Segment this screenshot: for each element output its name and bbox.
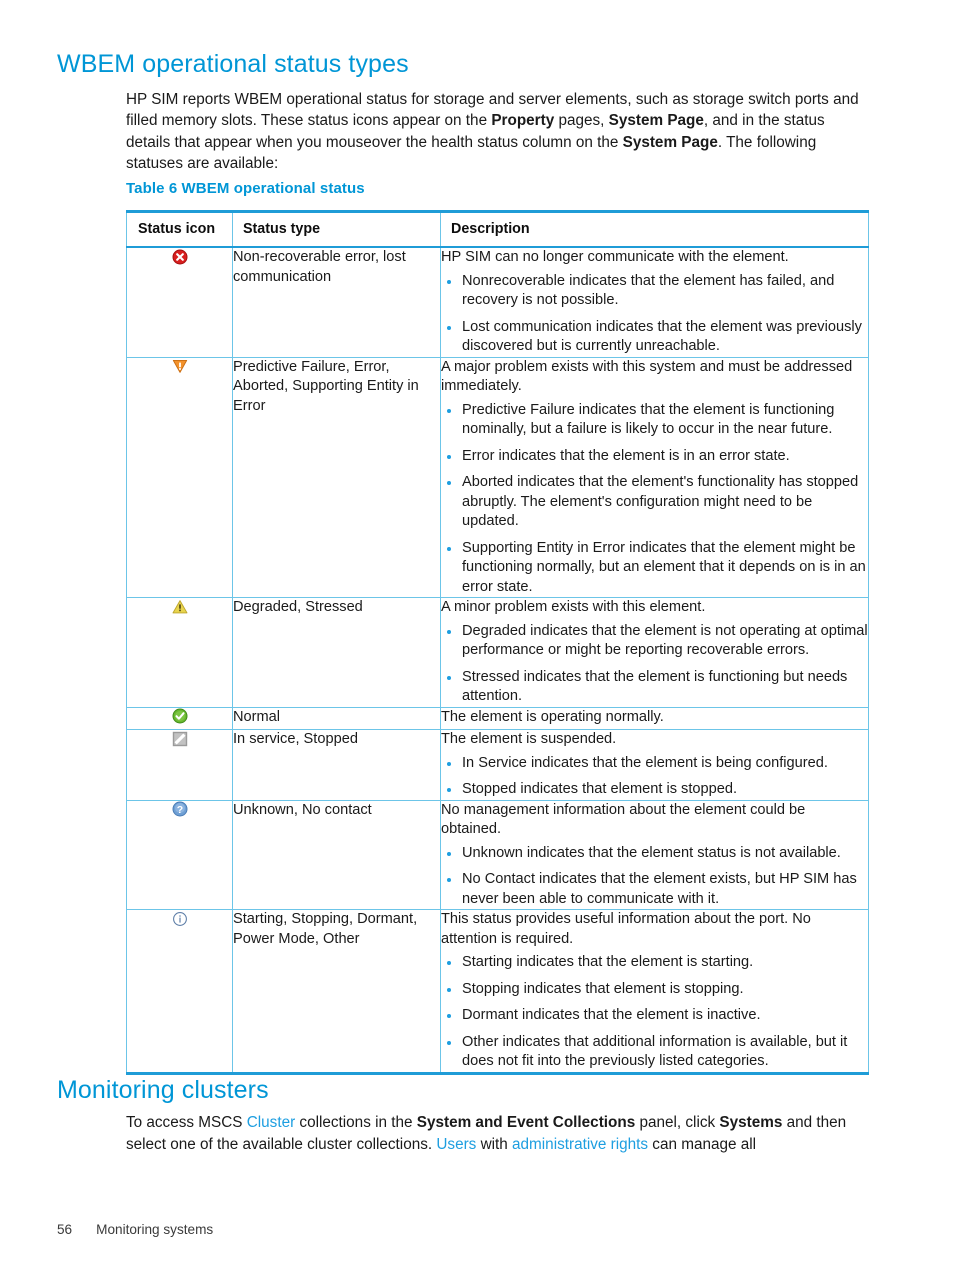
table-row: Non-recoverable error, lost communicatio…: [126, 247, 869, 358]
intro-segment-text-2: pages,: [554, 112, 609, 130]
status-icon-cell: [126, 729, 233, 801]
cluster-segment-text-4: panel, click: [635, 1114, 720, 1131]
monitoring-clusters-paragraph: To access MSCS Cluster collections in th…: [126, 1112, 872, 1155]
minor-warning-triangle-yellow-icon: [172, 599, 188, 615]
status-icon-cell: [126, 597, 233, 708]
description-bullet-item: Other indicates that additional informat…: [441, 1033, 868, 1072]
intro-segment-bold-5: System Page: [622, 133, 718, 151]
description-lead-text: HP SIM can no longer communicate with th…: [441, 249, 789, 265]
normal-check-circle-green-icon: [172, 708, 188, 724]
page-title: WBEM operational status types: [57, 50, 409, 78]
table-row: In service, Stopped The element is suspen…: [126, 729, 869, 801]
status-type-cell: Unknown, No contact: [232, 800, 441, 910]
cluster-segment-link-9[interactable]: administrative rights: [512, 1136, 648, 1153]
status-icon-cell: [126, 909, 233, 1074]
description-cell: The element is operating normally.: [440, 707, 869, 730]
description-bullet-item: Stopped indicates that element is stoppe…: [441, 780, 868, 800]
description-cell: No management information about the elem…: [440, 800, 869, 910]
status-type-cell: Starting, Stopping, Dormant, Power Mode,…: [232, 909, 441, 1074]
major-warning-triangle-orange-icon: [172, 358, 188, 374]
description-bullet-list: Predictive Failure indicates that the el…: [441, 401, 868, 598]
intro-segment-bold-1: Property: [491, 112, 555, 130]
status-type-cell: Normal: [232, 707, 441, 730]
description-cell: HP SIM can no longer communicate with th…: [440, 247, 869, 358]
cluster-segment-text-2: collections in the: [295, 1114, 417, 1131]
page-footer: 56 Monitoring systems: [57, 1222, 213, 1237]
svg-text:?: ?: [176, 804, 182, 816]
description-bullet-item: Stressed indicates that the element is f…: [441, 668, 868, 707]
description-bullet-item: Predictive Failure indicates that the el…: [441, 401, 868, 440]
description-bullet-item: In Service indicates that the element is…: [441, 754, 868, 774]
column-header-description: Description: [440, 211, 869, 248]
cluster-segment-text-10: can manage all: [648, 1135, 757, 1153]
cluster-segment-text-8: with: [476, 1135, 513, 1153]
description-bullet-item: No Contact indicates that the element ex…: [441, 870, 868, 909]
cluster-segment-link-1[interactable]: Cluster: [247, 1114, 295, 1131]
intro-paragraph: HP SIM reports WBEM operational status f…: [126, 89, 868, 174]
footer-page-number: 56: [57, 1222, 73, 1237]
table-row: Starting, Stopping, Dormant, Power Mode,…: [126, 909, 869, 1074]
monitoring-clusters-title: Monitoring clusters: [57, 1076, 269, 1104]
informational-circle-icon: [172, 911, 188, 927]
table-caption: Table 6 WBEM operational status: [126, 180, 365, 197]
cluster-segment-bold-5: Systems: [719, 1114, 783, 1131]
description-lead-text: The element is suspended.: [441, 731, 617, 747]
table-row: ? Unknown, No contact No management inform…: [126, 800, 869, 910]
description-bullet-item: Supporting Entity in Error indicates tha…: [441, 539, 868, 598]
table-row: Degraded, Stressed A minor problem exists…: [126, 597, 869, 708]
wbem-status-table: Status icon Status type Description Non-…: [126, 210, 869, 1075]
error-circle-red-icon: [172, 249, 188, 265]
description-cell: A minor problem exists with this element…: [440, 597, 869, 708]
description-bullet-item: Degraded indicates that the element is n…: [441, 622, 868, 661]
cluster-segment-bold-3: System and Event Collections: [416, 1114, 636, 1131]
column-header-status-icon: Status icon: [126, 211, 233, 248]
status-type-cell: Predictive Failure, Error, Aborted, Supp…: [232, 357, 441, 598]
table-header-row: Status icon Status type Description: [126, 211, 869, 248]
description-bullet-item: Aborted indicates that the element's fun…: [441, 473, 868, 532]
column-header-status-type: Status type: [232, 211, 441, 248]
description-bullet-item: Error indicates that the element is in a…: [441, 447, 868, 467]
status-type-cell: In service, Stopped: [232, 729, 441, 801]
status-icon-cell: [126, 707, 233, 730]
table-header: Status icon Status type Description: [126, 211, 869, 248]
description-lead-text: This status provides useful information …: [441, 911, 811, 947]
footer-chapter-name: Monitoring systems: [96, 1222, 214, 1237]
description-bullet-item: Lost communication indicates that the el…: [441, 318, 868, 357]
description-cell: A major problem exists with this system …: [440, 357, 869, 598]
status-type-cell: Non-recoverable error, lost communicatio…: [232, 247, 441, 358]
description-bullet-item: Nonrecoverable indicates that the elemen…: [441, 272, 868, 311]
description-lead-text: A major problem exists with this system …: [441, 358, 853, 395]
description-bullet-item: Stopping indicates that element is stopp…: [441, 980, 868, 1000]
status-type-cell: Degraded, Stressed: [232, 597, 441, 708]
cluster-segment-link-7[interactable]: Users: [436, 1136, 476, 1153]
cluster-segment-text-0: To access MSCS: [126, 1114, 247, 1131]
table-row: Normal The element is operating normally.: [126, 707, 869, 730]
description-bullet-item: Starting indicates that the element is s…: [441, 953, 868, 973]
description-cell: This status provides useful information …: [440, 909, 869, 1074]
description-bullet-list: Unknown indicates that the element statu…: [441, 844, 868, 910]
description-lead-text: No management information about the elem…: [441, 801, 806, 838]
status-icon-cell: [126, 357, 233, 598]
table-row: Predictive Failure, Error, Aborted, Supp…: [126, 357, 869, 598]
unknown-question-circle-blue-icon: ?: [172, 801, 188, 817]
suspended-gray-square-icon: [172, 731, 188, 747]
table-body: Non-recoverable error, lost communicatio…: [126, 247, 869, 1074]
description-lead-text: The element is operating normally.: [441, 708, 664, 725]
description-bullet-item: Unknown indicates that the element statu…: [441, 844, 868, 864]
status-icon-cell: [126, 247, 233, 358]
description-bullet-list: Nonrecoverable indicates that the elemen…: [441, 272, 868, 357]
description-cell: The element is suspended. In Service indi…: [440, 729, 869, 801]
description-lead-text: A minor problem exists with this element…: [441, 599, 706, 615]
status-icon-cell: ?: [126, 800, 233, 910]
intro-segment-bold-3: System Page: [608, 112, 704, 130]
description-bullet-list: Starting indicates that the element is s…: [441, 953, 868, 1072]
document-page: WBEM operational status types HP SIM rep…: [0, 0, 954, 1271]
description-bullet-list: In Service indicates that the element is…: [441, 754, 868, 800]
description-bullet-item: Dormant indicates that the element is in…: [441, 1006, 868, 1026]
description-bullet-list: Degraded indicates that the element is n…: [441, 622, 868, 707]
status-table-wrapper: Status icon Status type Description Non-…: [126, 210, 869, 1075]
